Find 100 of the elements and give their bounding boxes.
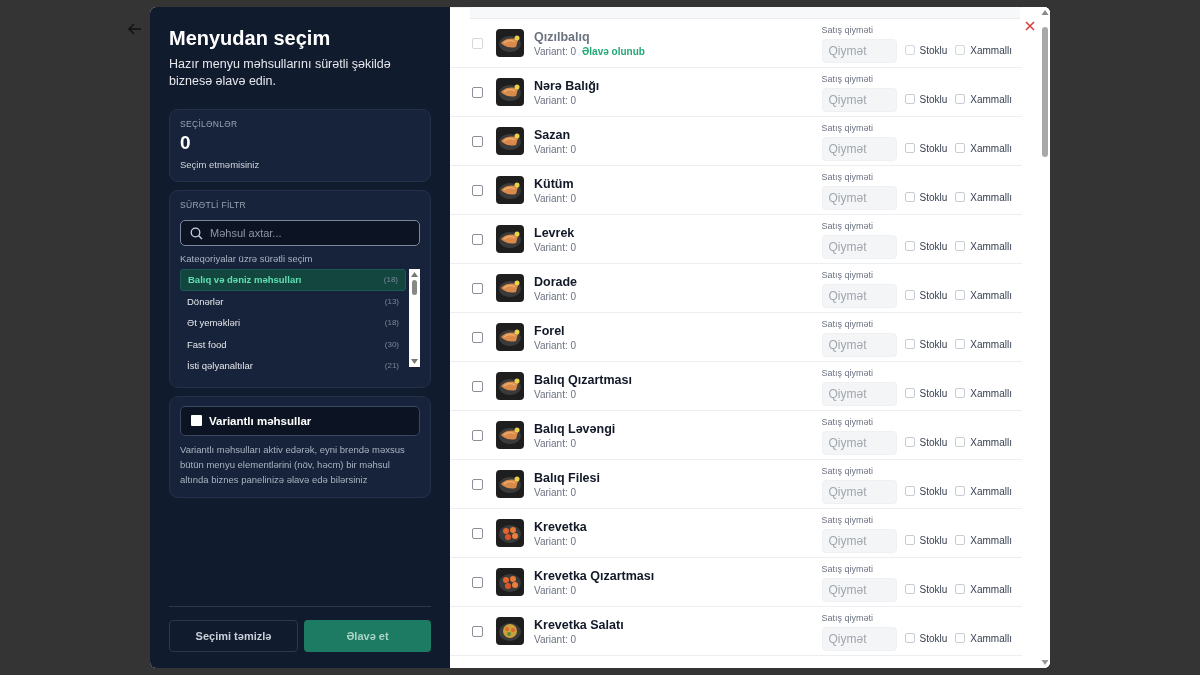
price-label: Satış qiyməti [821, 25, 875, 35]
checkbox[interactable] [472, 527, 483, 539]
checkbox[interactable] [955, 486, 966, 496]
checkbox[interactable] [904, 94, 915, 104]
product-name: Forel [534, 323, 566, 338]
checkbox[interactable] [955, 388, 966, 398]
variant-count: Variant: 0 [534, 339, 577, 351]
checkbox[interactable] [955, 192, 966, 202]
checkbox[interactable] [472, 135, 483, 147]
checkbox[interactable] [472, 184, 483, 196]
price-label: Satış qiyməti [821, 515, 875, 525]
checkbox[interactable] [472, 429, 483, 441]
product-name: Balıq Qızartması [534, 372, 633, 387]
price-field[interactable]: Qiymət [821, 627, 897, 651]
checkbox[interactable] [472, 625, 483, 637]
checkbox[interactable] [955, 241, 966, 251]
checkbox-label: Stoklu [919, 436, 948, 448]
checkbox-label: Xammallı [970, 289, 1012, 301]
checkbox-label: Xammallı [970, 436, 1012, 448]
checkbox-label: Xammallı [970, 485, 1012, 497]
category-item[interactable]: İsti qəlyanaltılar (21) [180, 355, 406, 377]
checkbox[interactable] [472, 282, 483, 294]
checkbox[interactable] [955, 437, 966, 447]
checkbox[interactable] [955, 535, 966, 545]
variant-count: Variant: 0 [534, 633, 577, 645]
card-label: SÜRƏTLİ FİLTR [180, 200, 247, 210]
checkbox[interactable] [955, 584, 966, 594]
price-field[interactable]: Qiymət [821, 235, 897, 259]
price-field[interactable]: Qiymət [821, 137, 897, 161]
checkbox[interactable] [472, 380, 483, 392]
variant-count: Variant: 0 [534, 486, 577, 498]
price-field[interactable]: Qiymət [821, 431, 897, 455]
price-field[interactable]: Qiymət [821, 333, 897, 357]
checkbox[interactable] [904, 437, 915, 447]
search-field[interactable]: Məhsul axtar... [180, 220, 420, 246]
variant-count: Variant: 0 [534, 437, 577, 449]
clear-button[interactable]: Seçimi təmizlə [169, 620, 298, 652]
product-name: Nərə Balığı [534, 78, 601, 93]
card-label: SEÇİLƏNLƏR [180, 119, 239, 129]
checkbox[interactable] [472, 478, 483, 490]
product-name: Krevetka Qızartması [534, 568, 656, 583]
checkbox[interactable] [904, 241, 915, 251]
checkbox[interactable] [904, 486, 915, 496]
checkbox-label: Xammallı [970, 142, 1012, 154]
variant-count: Variant: 0 [534, 94, 577, 106]
variant-count: Variant: 0 [534, 192, 577, 204]
checkbox-label: Stoklu [919, 387, 948, 399]
close-icon[interactable] [1025, 21, 1035, 31]
checkbox[interactable] [904, 584, 915, 594]
scrollbar[interactable] [1040, 7, 1050, 668]
category-item[interactable]: Ət yeməkləri (18) [180, 312, 406, 334]
checkbox[interactable] [955, 94, 966, 104]
checkbox[interactable] [904, 535, 915, 545]
checkbox[interactable] [955, 339, 966, 349]
checkbox-label: Xammallı [970, 240, 1012, 252]
checkbox[interactable] [472, 233, 483, 245]
variant-description: Variantlı məhsulları aktiv edərək, eyni brendə məxsus bütün menyu elementlərini (növ, həcm) bir məhsul altında biznes panelinizə əlavə edə bilərsiniz [180, 442, 406, 487]
category-item[interactable]: Balıq və dəniz məhsulları (18) [180, 269, 406, 291]
checkbox[interactable] [955, 143, 966, 153]
checkbox[interactable] [191, 415, 202, 426]
checkbox-label: Xammallı [970, 338, 1012, 350]
checkbox[interactable] [904, 192, 915, 202]
variant-count: Variant: 0 [534, 584, 577, 596]
category-item[interactable]: Dönərlər (13) [180, 290, 406, 312]
price-field[interactable]: Qiymət [821, 39, 897, 63]
checkbox[interactable] [904, 143, 915, 153]
price-field[interactable]: Qiymət [821, 382, 897, 406]
checkbox[interactable] [472, 331, 483, 343]
checkbox[interactable] [472, 576, 483, 588]
checkbox-label: Stoklu [919, 485, 948, 497]
variant-count: Variant: 0 [534, 535, 577, 547]
price-label: Satış qiyməti [821, 368, 875, 378]
price-label: Satış qiyməti [821, 613, 875, 623]
price-field[interactable]: Qiymət [821, 186, 897, 210]
price-label: Satış qiyməti [821, 319, 875, 329]
checkbox[interactable] [904, 290, 915, 300]
price-label: Satış qiyməti [821, 466, 875, 476]
selection-note: Seçim etməmisiniz [180, 159, 261, 170]
checkbox[interactable] [955, 290, 966, 300]
back-arrow-icon[interactable] [127, 21, 143, 37]
price-field[interactable]: Qiymət [821, 578, 897, 602]
checkbox[interactable] [904, 633, 915, 643]
dialog-subtitle: Hazır menyu məhsullarını sürətli şəkildə biznesə əlavə edin. [169, 56, 392, 90]
variant-count: Variant: 0 [534, 45, 577, 57]
product-name: Levrek [534, 225, 576, 240]
price-field[interactable]: Qiymət [821, 480, 897, 504]
price-field[interactable]: Qiymət [821, 529, 897, 553]
categories-label: Kateqoriyalar üzrə sürətli seçim [180, 253, 314, 264]
scrollbar[interactable] [409, 269, 420, 367]
category-item[interactable]: Fast food (30) [180, 333, 406, 355]
variant-toggle[interactable]: Variantlı məhsullar [180, 405, 420, 436]
checkbox[interactable] [904, 388, 915, 398]
price-field[interactable]: Qiymət [821, 284, 897, 308]
product-name: Qızılbalıq [534, 29, 591, 44]
checkbox[interactable] [904, 339, 915, 349]
checkbox[interactable] [472, 86, 483, 98]
checkbox[interactable] [955, 633, 966, 643]
price-field[interactable]: Qiymət [821, 88, 897, 112]
checkbox-label: Stoklu [919, 534, 948, 546]
checkbox-label: Xammallı [970, 534, 1012, 546]
